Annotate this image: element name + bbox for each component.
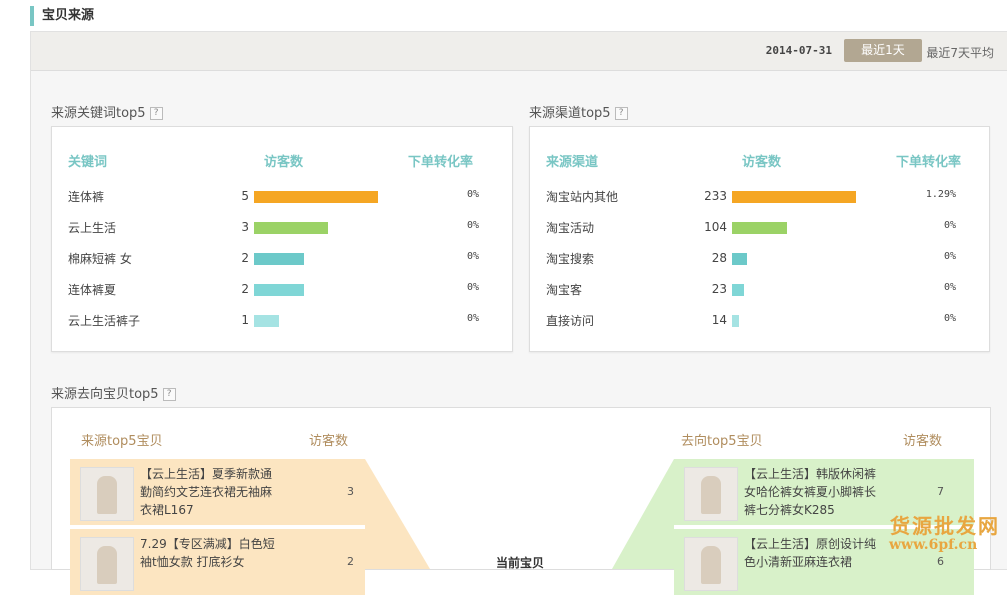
keywords-row-bar [254,284,304,296]
channels-col-rate[interactable]: 下单转化率 [896,151,961,170]
destination-funnel-shape [612,459,674,569]
keywords-row-name[interactable]: 连体裤 [68,188,104,205]
keywords-row-rate: 0% [466,220,479,231]
channels-row: 淘宝搜索 28 0% [530,248,989,268]
destination-item-visitors: 6 [937,555,944,568]
channels-row-name[interactable]: 淘宝客 [546,281,582,298]
date-label: 2014-07-31 [765,44,832,57]
channels-row-rate: 0% [943,220,956,231]
keywords-table: 关键词 访客数 下单转化率 连体裤 5 0% 云上生活 3 0% 棉麻短裤 女 2 0% 连体裤夏… [51,126,513,352]
section-title: 宝贝来源 [30,6,94,26]
channels-row-bar [732,222,787,234]
keywords-row: 云上生活裤子 1 0% [52,310,512,330]
destination-item-title[interactable]: 【云上生活】韩版休闲裤女哈伦裤女裤夏小脚裤长裤七分裤女K285 [744,465,884,519]
keywords-col-visitors: 访客数 [264,155,304,170]
channels-title: 来源渠道top5? [529,102,628,121]
flow-panel: 来源top5宝贝 访客数 去向top5宝贝 访客数 【云上生活】夏季新款通勤简约… [51,407,991,595]
keywords-row-rate: 0% [466,313,479,324]
channels-row: 淘宝活动 104 0% [530,217,989,237]
keywords-title: 来源关键词top5? [51,102,163,121]
product-thumbnail [684,537,738,591]
channels-row-name[interactable]: 直接访问 [546,312,594,329]
channels-row-rate: 0% [943,313,956,324]
flow-title-text: 来源去向宝贝top5 [51,387,159,402]
source-item-visitors: 2 [347,555,354,568]
keywords-col-rate[interactable]: 下单转化率 [408,151,473,170]
flow-title: 来源去向宝贝top5? [51,383,176,402]
channels-col-visitors: 访客数 [742,155,782,170]
keywords-row-bar [254,315,279,327]
channels-row-visitors: 104 [704,220,727,234]
channels-title-text: 来源渠道top5 [529,106,611,121]
keywords-row-visitors: 1 [241,313,249,327]
last-7-day-average-button[interactable]: 最近7天平均 [926,44,994,61]
source-item[interactable]: 【云上生活】夏季新款通勤简约文艺连衣裙无袖麻衣裙L167 3 [70,459,365,525]
channels-col-name: 来源渠道 [546,155,599,170]
keywords-title-text: 来源关键词top5 [51,106,146,121]
source-item-title[interactable]: 【云上生活】夏季新款通勤简约文艺连衣裙无袖麻衣裙L167 [140,465,280,519]
keywords-row-bar [254,191,378,203]
channels-row: 淘宝客 23 0% [530,279,989,299]
keywords-row: 连体裤夏 2 0% [52,279,512,299]
keywords-row-visitors: 2 [241,251,249,265]
channels-row-bar [732,284,744,296]
channels-row-visitors: 28 [711,251,727,265]
keywords-row-visitors: 5 [241,189,249,203]
keywords-row-rate: 0% [466,251,479,262]
product-thumbnail [80,537,134,591]
product-thumbnail [684,467,738,521]
keywords-row-name[interactable]: 云上生活 [68,219,116,236]
product-thumbnail [80,467,134,521]
channels-row-rate: 1.29% [925,189,956,200]
keywords-col-name: 关键词 [68,155,108,170]
keywords-row-rate: 0% [466,189,479,200]
keywords-row-bar [254,253,304,265]
channels-row-rate: 0% [943,251,956,262]
channels-row-visitors: 23 [711,282,727,296]
watermark-url: www.6pf.cn [889,537,978,553]
destination-item-visitors: 7 [937,485,944,498]
keywords-row-name[interactable]: 棉麻短裤 女 [68,250,132,267]
channels-row-visitors: 233 [704,189,727,203]
channels-row-bar [732,315,739,327]
source-item-visitors: 3 [347,485,354,498]
keywords-help-icon[interactable]: ? [149,107,163,120]
current-item-label: 当前宝贝 [496,556,545,570]
keywords-row: 棉麻短裤 女 2 0% [52,248,512,268]
channels-row-bar [732,253,747,265]
flow-help-icon[interactable]: ? [162,388,176,401]
keywords-row-visitors: 3 [241,220,249,234]
channels-help-icon[interactable]: ? [614,107,628,120]
keywords-row-name[interactable]: 连体裤夏 [68,281,116,298]
channels-row-name[interactable]: 淘宝搜索 [546,250,594,267]
source-item[interactable]: 7.29【专区满减】白色短袖t恤女款 打底衫女 2 [70,529,365,595]
destination-item-title[interactable]: 【云上生活】原创设计纯色小清新亚麻连衣裙 [744,535,884,571]
channels-row: 直接访问 14 0% [530,310,989,330]
date-toolbar: 2014-07-31 最近1天 最近7天平均 [31,32,1007,71]
keywords-row-bar [254,222,328,234]
keywords-row-visitors: 2 [241,282,249,296]
channels-row-name[interactable]: 淘宝站内其他 [546,188,618,205]
channels-row-name[interactable]: 淘宝活动 [546,219,594,236]
keywords-row: 云上生活 3 0% [52,217,512,237]
source-item-title[interactable]: 7.29【专区满减】白色短袖t恤女款 打底衫女 [140,535,280,571]
keywords-row-name[interactable]: 云上生活裤子 [68,312,140,329]
channels-row-rate: 0% [943,282,956,293]
channels-row-visitors: 14 [711,313,727,327]
source-funnel-shape [365,459,430,569]
watermark-text: 货源批发网 [890,514,1000,538]
channels-table: 来源渠道 访客数 下单转化率 淘宝站内其他 233 1.29% 淘宝活动 104 0% 淘宝… [529,126,990,352]
channels-row-bar [732,191,856,203]
channels-row: 淘宝站内其他 233 1.29% [530,186,989,206]
last-1-day-button[interactable]: 最近1天 [844,39,922,62]
keywords-row: 连体裤 5 0% [52,186,512,206]
keywords-row-rate: 0% [466,282,479,293]
